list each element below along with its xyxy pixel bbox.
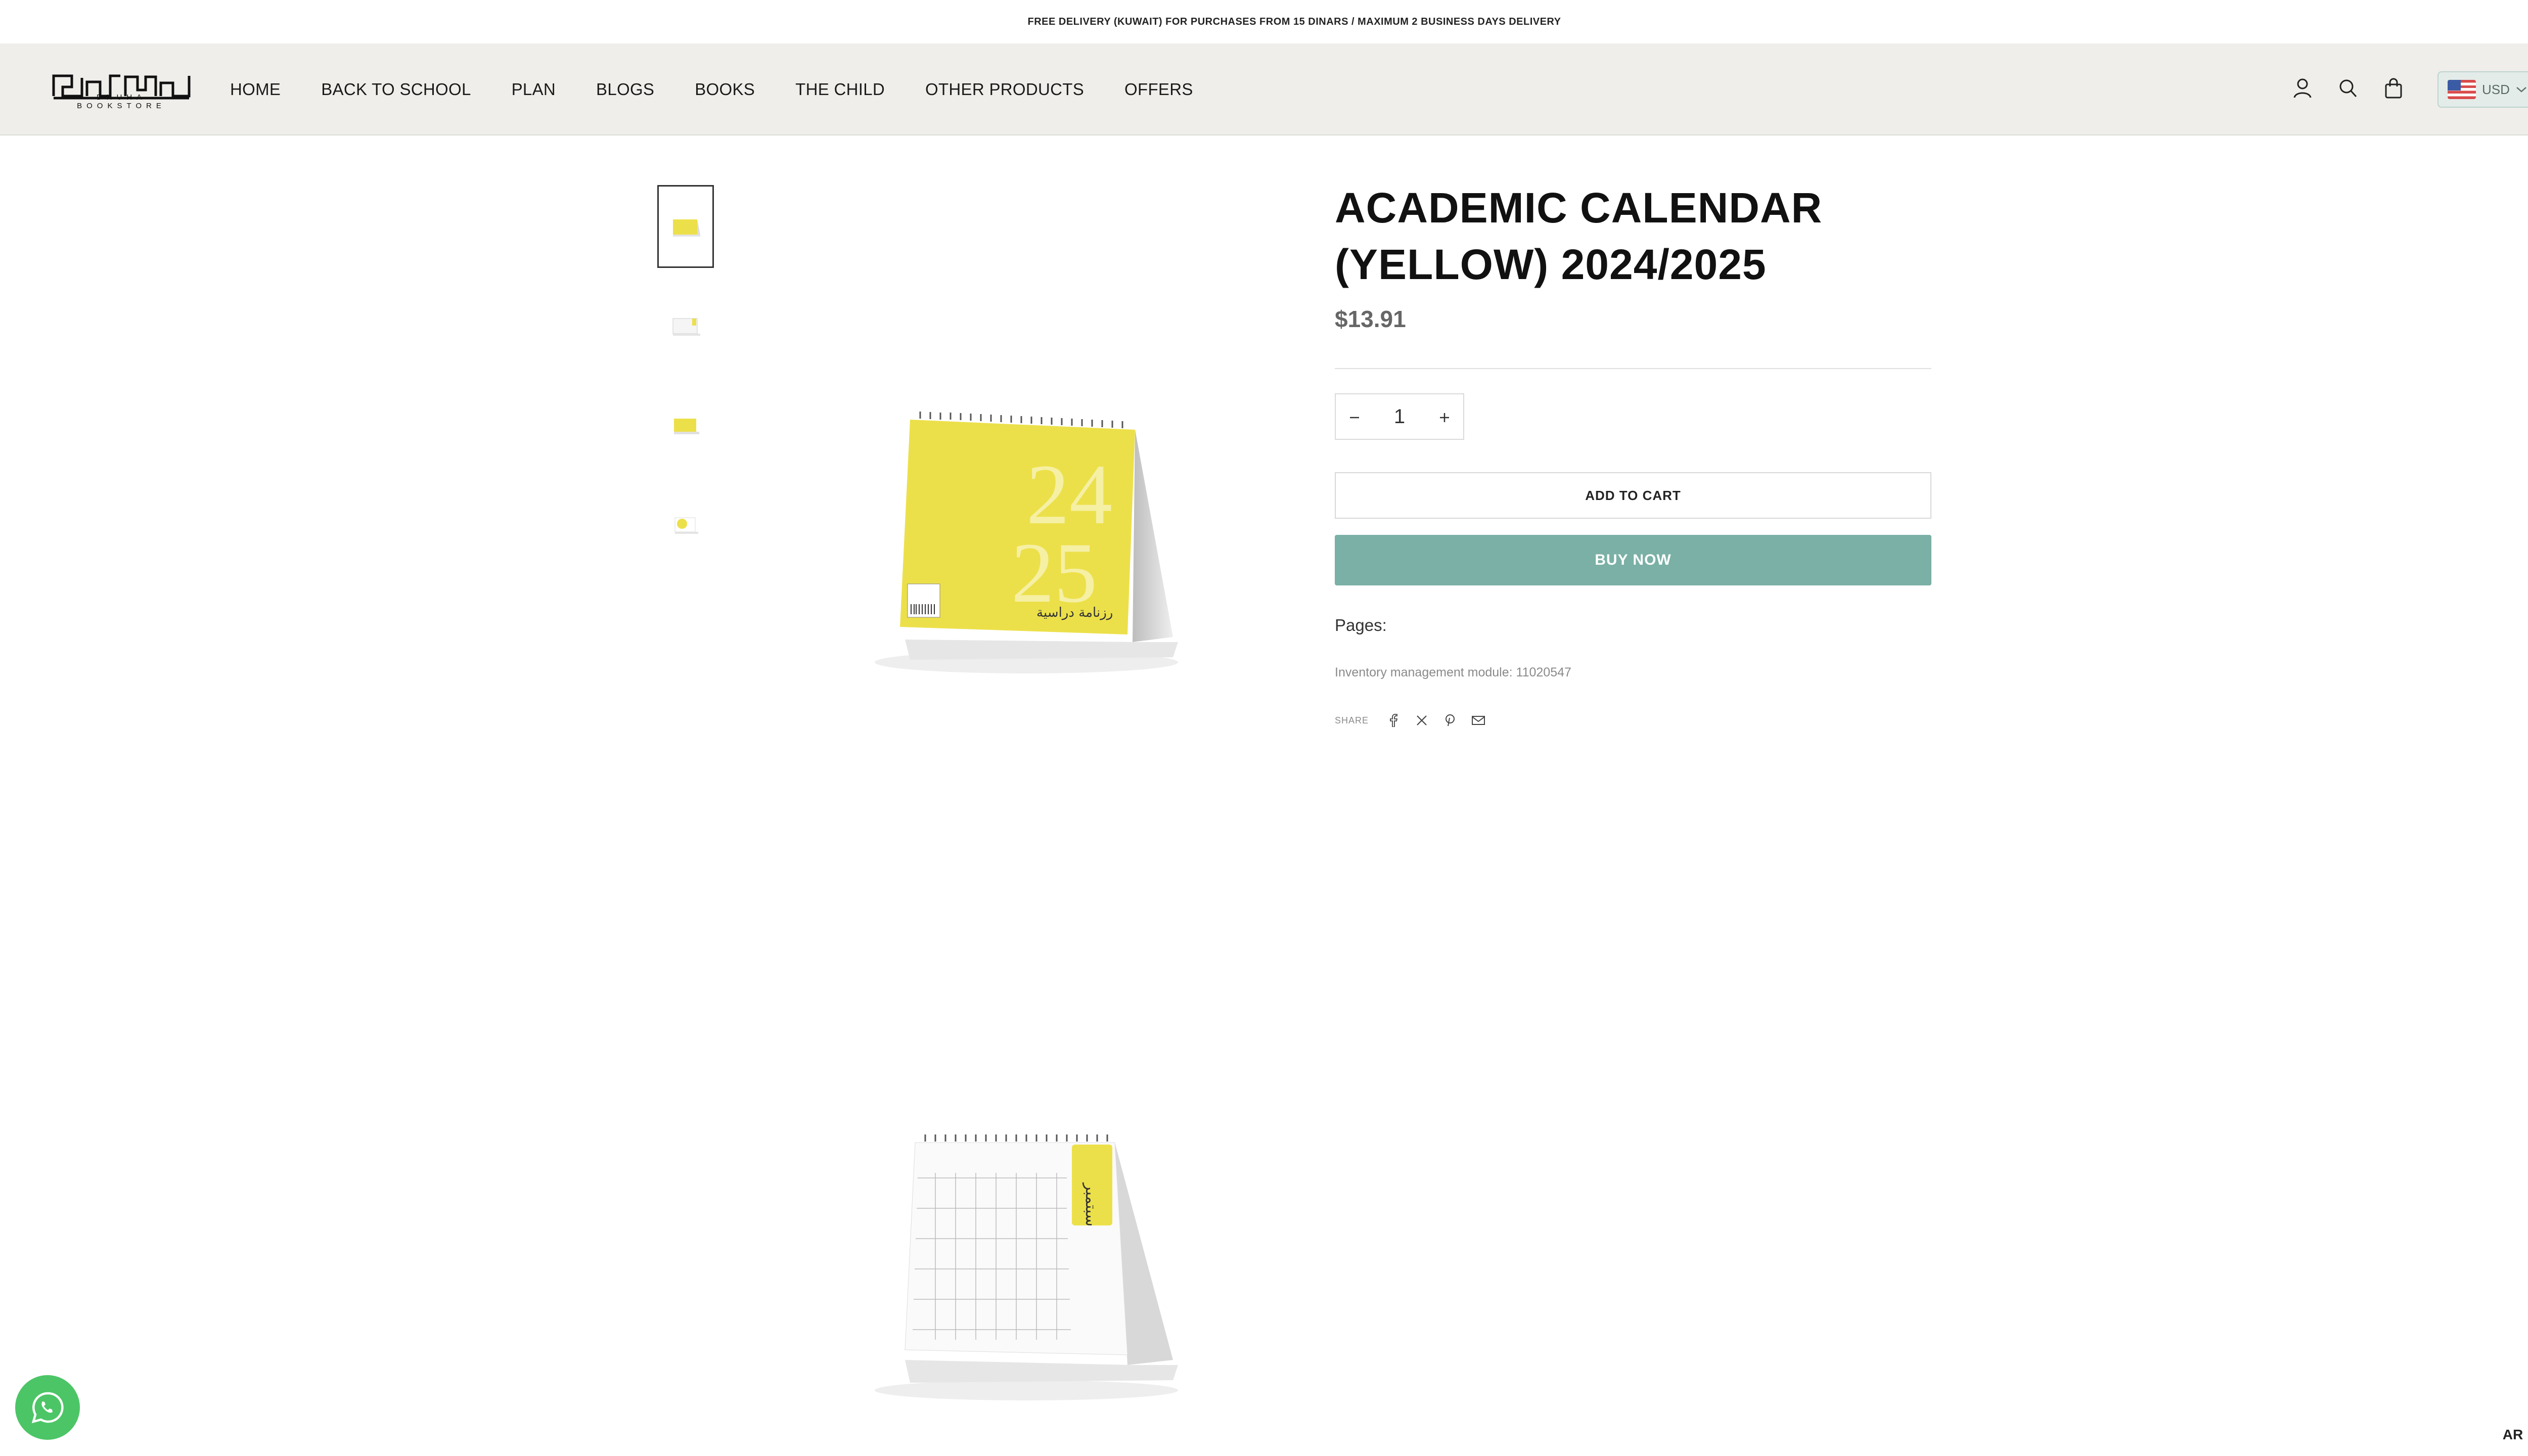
thumbnail-3[interactable]: [657, 383, 714, 466]
nav-other-products[interactable]: OTHER PRODUCTS: [925, 80, 1084, 99]
thumbnail-list: [657, 185, 714, 581]
increment-button[interactable]: [1439, 405, 1450, 428]
x-icon[interactable]: [1414, 713, 1429, 728]
currency-selector[interactable]: USD: [2437, 71, 2528, 108]
thumbnail-4[interactable]: [657, 482, 714, 565]
us-flag-icon: [2448, 80, 2476, 99]
quantity-value[interactable]: 1: [1394, 405, 1405, 428]
inventory-text: Inventory management module: 11020547: [1335, 665, 1571, 679]
product-price: $13.91: [1335, 306, 1406, 332]
nav-blogs[interactable]: BLOGS: [596, 80, 654, 99]
store-logo[interactable]: DHUHA BOOKSTORE: [52, 72, 191, 110]
minus-icon: [1350, 417, 1359, 418]
add-to-cart-button[interactable]: ADD TO CART: [1335, 472, 1931, 519]
cover-subtitle: رزنامة دراسية: [1036, 605, 1113, 620]
main-nav: HOME BACK TO SCHOOL PLAN BLOGS BOOKS THE…: [230, 43, 1234, 135]
calendar-thumb-side: [674, 419, 699, 434]
decrement-button[interactable]: [1349, 405, 1360, 428]
product-image-secondary[interactable]: سبتمبر: [860, 1127, 1203, 1410]
nav-home[interactable]: HOME: [230, 80, 281, 99]
currency-label: USD: [2482, 81, 2510, 97]
announcement-text: FREE DELIVERY (KUWAIT) FOR PURCHASES FRO…: [1027, 16, 1561, 27]
plus-icon: [1440, 413, 1449, 422]
lang-ar-button[interactable]: AR: [2492, 1414, 2528, 1456]
pinterest-icon[interactable]: [1442, 713, 1458, 728]
email-icon[interactable]: [1471, 713, 1486, 728]
nav-books[interactable]: BOOKS: [695, 80, 755, 99]
calendar-inner-illustration: سبتمبر: [875, 1134, 1178, 1400]
calendar-thumb-inner: [672, 318, 700, 336]
quantity-stepper: 1: [1335, 393, 1464, 440]
thumbnail-2[interactable]: [657, 284, 714, 367]
chevron-down-icon: [2516, 87, 2526, 93]
share-label: SHARE: [1335, 715, 1369, 725]
calendar-thumb-back: [674, 517, 698, 534]
announcement-bar: FREE DELIVERY (KUWAIT) FOR PURCHASES FRO…: [0, 0, 2528, 43]
thumbnail-1[interactable]: [657, 185, 714, 268]
product-image-main[interactable]: 24 25 رزنامة دراسية: [860, 404, 1203, 688]
product-title: ACADEMIC CALENDAR (YELLOW) 2024/2025: [1335, 179, 1942, 293]
site-header: DHUHA BOOKSTORE HOME BACK TO SCHOOL PLAN…: [0, 43, 2528, 135]
whatsapp-icon: [31, 1392, 64, 1424]
page-month: سبتمبر: [1082, 1182, 1100, 1226]
buy-now-button[interactable]: BUY NOW: [1335, 535, 1931, 585]
nav-back-to-school[interactable]: BACK TO SCHOOL: [321, 80, 471, 99]
share-row: SHARE: [1335, 713, 1486, 728]
nav-offers[interactable]: OFFERS: [1124, 80, 1193, 99]
calendar-thumb-front: [673, 219, 700, 237]
search-icon[interactable]: [2337, 76, 2359, 100]
pages-label: Pages:: [1335, 616, 1387, 634]
nav-plan[interactable]: PLAN: [512, 80, 556, 99]
facebook-icon[interactable]: [1386, 713, 1401, 728]
language-switcher: AR EN: [2492, 1414, 2528, 1456]
divider: [1335, 368, 1931, 369]
account-icon[interactable]: [2291, 76, 2314, 100]
cart-icon[interactable]: [2382, 76, 2405, 100]
product-title-line1: ACADEMIC CALENDAR: [1335, 184, 1823, 232]
logo-wordmark: DHUHA BOOKSTORE: [77, 93, 166, 110]
nav-the-child[interactable]: THE CHILD: [795, 80, 885, 99]
product-title-line2: (YELLOW) 2024/2025: [1335, 241, 1767, 288]
whatsapp-button[interactable]: [15, 1375, 80, 1440]
header-icons: [2291, 76, 2405, 100]
calendar-front-illustration: 24 25 رزنامة دراسية: [875, 412, 1178, 673]
